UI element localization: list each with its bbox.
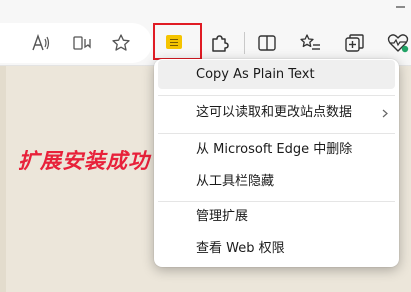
extension-context-menu: Copy As Plain Text 这可以读取和更改站点数据 从 Micros… [154, 59, 399, 267]
menu-item-label: 从工具栏隐藏 [196, 174, 275, 189]
menu-item-label: 从 Microsoft Edge 中删除 [196, 142, 353, 157]
toolbar-separator [244, 32, 245, 54]
favorite-star-icon[interactable] [107, 29, 135, 57]
menu-separator [158, 95, 395, 96]
menu-item-label: 查看 Web 权限 [196, 241, 285, 256]
menu-item-label: 管理扩展 [196, 209, 249, 224]
immersive-reader-icon[interactable] [68, 29, 96, 57]
collections-icon[interactable] [341, 29, 369, 57]
menu-item-remove-from-edge[interactable]: 从 Microsoft Edge 中删除 [158, 135, 395, 164]
extension-notes-icon[interactable] [166, 35, 182, 49]
favorites-list-icon[interactable] [297, 29, 325, 57]
tab-strip [0, 0, 411, 10]
read-aloud-icon[interactable] [27, 29, 55, 57]
menu-item-manage-extensions[interactable]: 管理扩展 [158, 202, 395, 231]
menu-item-label: Copy As Plain Text [196, 67, 315, 82]
install-success-banner: 扩展安装成功 [18, 149, 150, 173]
menu-separator [158, 133, 395, 134]
chevron-right-icon [382, 109, 388, 118]
menu-item-copy-plain-text[interactable]: Copy As Plain Text [158, 60, 395, 89]
minimize-icon[interactable] [396, 6, 405, 8]
page-edge [0, 66, 6, 292]
menu-item-site-access[interactable]: 这可以读取和更改站点数据 [158, 98, 395, 127]
split-screen-icon[interactable] [253, 29, 281, 57]
menu-item-label: 这可以读取和更改站点数据 [196, 105, 353, 120]
menu-item-hide-from-toolbar[interactable]: 从工具栏隐藏 [158, 167, 395, 196]
health-heart-icon[interactable] [384, 29, 411, 57]
extensions-puzzle-icon[interactable] [205, 29, 233, 57]
menu-item-view-web-permissions[interactable]: 查看 Web 权限 [158, 234, 395, 263]
